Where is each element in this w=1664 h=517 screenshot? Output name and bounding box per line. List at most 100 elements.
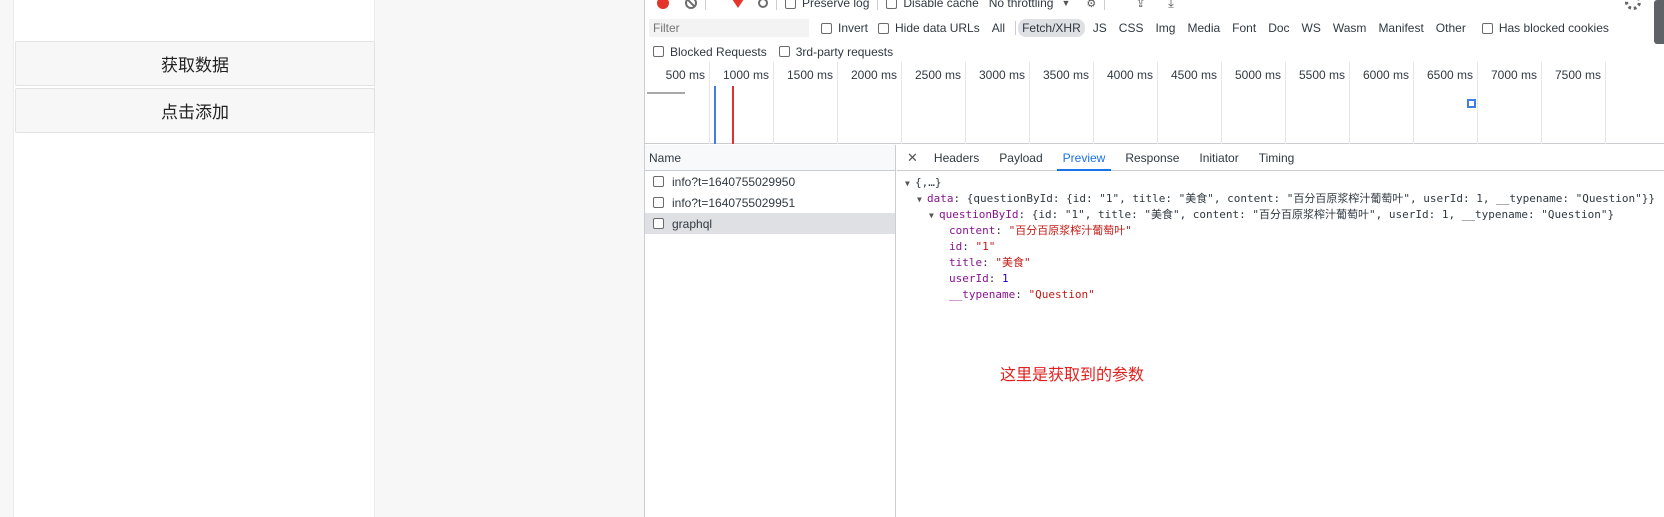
json-summary: {id: "1", title: "美食", content: "百分百原浆榨汁… <box>1031 208 1615 221</box>
timeline-tick-label: 3500 ms <box>1042 68 1089 82</box>
type-filter-doc[interactable]: Doc <box>1264 19 1293 37</box>
type-filter-ws[interactable]: WS <box>1298 19 1325 37</box>
close-icon[interactable]: ✕ <box>907 150 918 166</box>
has-blocked-cookies-checkbox[interactable] <box>1481 22 1493 34</box>
app-panel: 获取数据 点击添加 <box>13 0 375 517</box>
search-icon[interactable] <box>758 0 768 8</box>
network-conditions-icon[interactable]: ⚙ <box>1086 0 1096 10</box>
timeline-tick-label: 4000 ms <box>1106 68 1153 82</box>
export-har-icon[interactable]: ⤓ <box>1168 0 1174 11</box>
blocked-requests-label: Blocked Requests <box>670 44 767 59</box>
timeline-gridline <box>1413 62 1414 144</box>
type-filter-js[interactable]: JS <box>1089 19 1111 37</box>
toolbar-divider <box>877 0 879 10</box>
throttling-select[interactable]: No throttling <box>989 0 1054 10</box>
timeline-tick-label: 6000 ms <box>1362 68 1409 82</box>
json-field-row: id: "1" <box>949 240 996 253</box>
type-filter-img[interactable]: Img <box>1151 19 1179 37</box>
import-har-icon[interactable]: ⇪ <box>1135 0 1146 11</box>
timeline-request-marker <box>1467 99 1476 108</box>
disable-cache-checkbox[interactable] <box>886 0 898 9</box>
timeline-tick-label: 6500 ms <box>1426 68 1473 82</box>
timeline-gridline <box>837 62 838 144</box>
timeline-gridline <box>965 62 966 144</box>
json-summary: {questionById: {id: "1", title: "美食", co… <box>966 192 1656 205</box>
json-field-row: content: "百分百原浆榨汁葡萄叶" <box>949 224 1132 237</box>
filter-input[interactable] <box>649 19 809 37</box>
json-field-row: title: "美食" <box>949 256 1031 269</box>
dom-content-loaded-marker <box>714 86 716 144</box>
filter-bar-secondary: Blocked Requests 3rd-party requests <box>645 41 1664 63</box>
tab-timing[interactable]: Timing <box>1259 145 1295 171</box>
timeline-tick-label: 5000 ms <box>1234 68 1281 82</box>
json-field-row: __typename: "Question" <box>949 288 1095 301</box>
type-filter-css[interactable]: CSS <box>1115 19 1148 37</box>
third-party-checkbox[interactable] <box>778 46 790 57</box>
timeline-tick-label: 1500 ms <box>786 68 833 82</box>
timeline-gridline <box>709 62 710 144</box>
clear-icon[interactable] <box>685 0 697 9</box>
detail-tabs: ✕ Headers Payload Preview Response Initi… <box>897 145 1664 171</box>
tab-headers[interactable]: Headers <box>934 145 979 171</box>
json-value: "Question" <box>1028 288 1095 301</box>
expand-triangle-icon[interactable]: ▼ <box>905 176 915 192</box>
disable-cache-label: Disable cache <box>903 0 979 10</box>
timeline-tick-label: 2500 ms <box>914 68 961 82</box>
expand-triangle-icon[interactable]: ▼ <box>917 192 927 208</box>
annotation-text: 这里是获取到的参数 <box>1000 365 1145 384</box>
timeline-overview[interactable]: 500 ms 1000 ms 1500 ms 2000 ms 2500 ms 3000 m… <box>645 62 1664 144</box>
timeline-gridline <box>1029 62 1030 144</box>
tab-payload[interactable]: Payload <box>999 145 1042 171</box>
timeline-request-bar <box>647 92 685 94</box>
filter-icon[interactable] <box>732 0 744 8</box>
invert-checkbox[interactable] <box>821 22 832 34</box>
name-column-header[interactable]: Name <box>645 145 895 171</box>
json-question-row[interactable]: ▼ questionById: {id: "1", title: "美食", co… <box>905 207 1655 223</box>
timeline-gridline <box>1093 62 1094 144</box>
request-row-info-1[interactable]: info?t=1640755029950 <box>645 171 895 192</box>
timeline-tick-label: 500 ms <box>665 68 705 82</box>
add-button[interactable]: 点击添加 <box>15 88 375 133</box>
timeline-gridline <box>1157 62 1158 144</box>
type-filter-other[interactable]: Other <box>1432 19 1470 37</box>
request-type-icon <box>653 218 664 229</box>
json-root-row[interactable]: ▼ {,…} <box>905 175 1655 191</box>
fetch-data-button[interactable]: 获取数据 <box>15 41 375 86</box>
toolbar-divider <box>1104 0 1106 10</box>
record-icon[interactable] <box>657 0 669 9</box>
json-key: __typename <box>949 288 1016 301</box>
request-name: graphql <box>672 216 713 231</box>
type-filter-manifest[interactable]: Manifest <box>1374 19 1427 37</box>
tab-response[interactable]: Response <box>1125 145 1179 171</box>
type-filter-all[interactable]: All <box>988 19 1009 37</box>
timeline-gridline <box>1285 62 1286 144</box>
preserve-log-checkbox[interactable] <box>785 0 796 9</box>
request-row-graphql[interactable]: graphql <box>645 213 895 234</box>
invert-label: Invert <box>838 21 869 35</box>
type-filter-font[interactable]: Font <box>1228 19 1260 37</box>
request-detail-panel: ✕ Headers Payload Preview Response Initi… <box>897 145 1664 517</box>
type-filter-fetch-xhr[interactable]: Fetch/XHR <box>1018 19 1085 37</box>
blocked-requests-checkbox[interactable] <box>653 46 664 57</box>
json-key: questionById <box>939 208 1019 221</box>
hide-data-urls-label: Hide data URLs <box>895 21 980 35</box>
expand-triangle-icon[interactable]: ▼ <box>929 208 939 224</box>
json-data-row[interactable]: ▼ data: {questionById: {id: "1", title: "… <box>905 191 1655 207</box>
timeline-tick-label: 2000 ms <box>850 68 897 82</box>
type-filter-wasm[interactable]: Wasm <box>1329 19 1371 37</box>
tab-preview[interactable]: Preview <box>1056 145 1111 171</box>
timeline-tick-label: 1000 ms <box>722 68 769 82</box>
hide-data-urls-checkbox[interactable] <box>878 22 890 34</box>
timeline-gridline <box>773 62 774 144</box>
timeline-gridline <box>901 62 902 144</box>
tab-initiator[interactable]: Initiator <box>1199 145 1238 171</box>
app-page: 获取数据 点击添加 <box>0 0 644 517</box>
json-value: "百分百原浆榨汁葡萄叶" <box>1008 224 1132 237</box>
type-filter-media[interactable]: Media <box>1183 19 1224 37</box>
toolbar-divider <box>705 0 706 10</box>
preserve-log-label: Preserve log <box>802 0 870 10</box>
request-name: info?t=1640755029950 <box>672 174 796 189</box>
network-toolbar: Preserve log Disable cache No throttling… <box>645 0 1664 12</box>
request-row-info-2[interactable]: info?t=1640755029951 <box>645 192 895 213</box>
timeline-gridline <box>1477 62 1478 144</box>
